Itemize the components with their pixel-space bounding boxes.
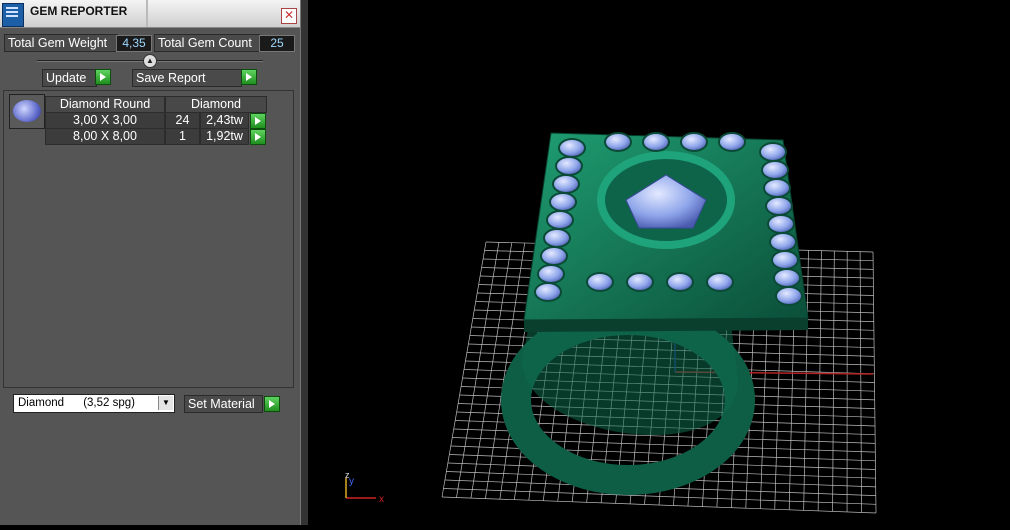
side-diamond [550, 193, 576, 211]
side-diamond [535, 283, 561, 301]
update-play-icon[interactable] [95, 69, 111, 85]
save-report-button[interactable]: Save Report [132, 69, 242, 87]
side-diamond [770, 233, 796, 251]
side-diamond [707, 273, 733, 291]
collapse-toggle[interactable]: ▲ [143, 54, 157, 68]
update-button[interactable]: Update [42, 69, 97, 87]
close-icon: ✕ [284, 8, 294, 22]
save-report-label: Save Report [136, 71, 205, 85]
gizmo-y-label: y [349, 476, 354, 487]
total-gem-count-label: Total Gem Count [154, 34, 260, 52]
side-diamond [605, 133, 631, 151]
ring-plate-edge [524, 318, 808, 332]
side-diamond [774, 269, 800, 287]
update-label: Update [46, 71, 86, 85]
side-diamond [681, 133, 707, 151]
side-diamond [719, 133, 745, 151]
side-diamond [766, 197, 792, 215]
side-diamond [772, 251, 798, 269]
close-button[interactable]: ✕ [281, 8, 297, 24]
side-diamond [762, 161, 788, 179]
table-cell-count: 24 [165, 112, 200, 129]
side-diamond [768, 215, 794, 233]
total-gem-count-value: 25 [259, 35, 295, 52]
material-select[interactable]: Diamond (3,52 spg) ▼ [13, 394, 175, 413]
table-cell-weight: 1,92tw [200, 128, 249, 145]
table-cell-size: 8,00 X 8,00 [45, 128, 165, 145]
side-diamond [760, 143, 786, 161]
gizmo-z-label: z [345, 470, 350, 480]
set-material-label: Set Material [188, 397, 255, 411]
viewport-scene: x y z [308, 0, 1010, 525]
side-diamond [627, 273, 653, 291]
table-header-material: Diamond [165, 96, 267, 113]
chevron-down-icon[interactable]: ▼ [158, 396, 173, 410]
window-title: GEM REPORTER [30, 4, 127, 18]
save-report-play-icon[interactable] [241, 69, 257, 85]
side-diamond [764, 179, 790, 197]
table-cell-size: 3,00 X 3,00 [45, 112, 165, 129]
side-diamond [547, 211, 573, 229]
side-diamond [553, 175, 579, 193]
total-gem-weight-label: Total Gem Weight [4, 34, 118, 52]
side-diamond [643, 133, 669, 151]
total-gem-weight-value: 4,35 [116, 35, 152, 52]
ring-model [516, 133, 808, 480]
set-material-play-icon[interactable] [264, 396, 280, 412]
chevron-up-icon: ▲ [146, 56, 154, 65]
side-diamond [544, 229, 570, 247]
row-select-play-icon[interactable] [250, 129, 266, 145]
gizmo-x-label: x [379, 494, 384, 505]
row-select-play-icon[interactable] [250, 113, 266, 129]
app-icon [2, 3, 24, 27]
side-diamond [538, 265, 564, 283]
side-diamond [559, 139, 585, 157]
table-cell-weight: 2,43tw [200, 112, 249, 129]
side-diamond [556, 157, 582, 175]
3d-viewport[interactable]: x y z [308, 0, 1010, 525]
side-diamond [667, 273, 693, 291]
diamond-round-icon [9, 94, 45, 129]
material-selected-value: Diamond (3,52 spg) [18, 395, 135, 412]
axis-gizmo: x y z [345, 470, 384, 505]
side-diamond [776, 287, 802, 305]
title-bar: GEM REPORTER ✕ [0, 0, 300, 28]
table-cell-count: 1 [165, 128, 200, 145]
side-diamond [541, 247, 567, 265]
table-header-shape: Diamond Round [45, 96, 165, 113]
side-diamond [587, 273, 613, 291]
set-material-button[interactable]: Set Material [184, 395, 263, 413]
title-separator [146, 0, 148, 27]
gem-reporter-panel: GEM REPORTER ✕ Total Gem Weight 4,35 Tot… [0, 0, 300, 525]
